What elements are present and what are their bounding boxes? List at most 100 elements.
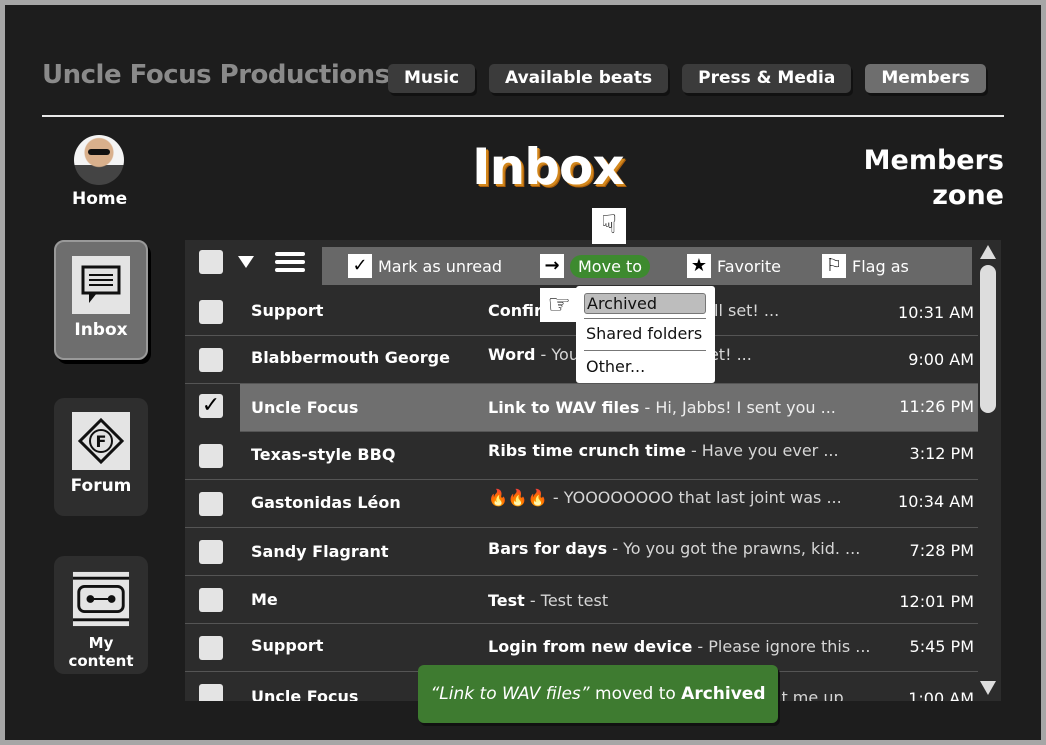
email-preview: - YOOOOOOOO that last joint was ... — [552, 488, 842, 507]
email-sender: Uncle Focus — [251, 398, 359, 417]
email-preview: - Please ignore this ... — [697, 637, 871, 656]
email-preview-tail: et! ... — [708, 345, 752, 364]
row-checkbox[interactable] — [199, 684, 223, 701]
email-sender: Support — [251, 636, 324, 655]
row-checkbox[interactable] — [199, 444, 223, 468]
home-link[interactable]: Home — [72, 135, 127, 209]
sidebar-item-label: Forum — [70, 476, 132, 496]
row-checkbox[interactable] — [199, 300, 223, 324]
email-preview: it me up — [777, 688, 844, 701]
toast-folder: Archived — [681, 684, 766, 704]
select-dropdown-icon[interactable] — [237, 255, 255, 269]
cassette-icon — [72, 570, 130, 628]
dropdown-item-shared-folders[interactable]: Shared folders — [586, 324, 702, 343]
top-nav: Music Available beats Press & Media Memb… — [388, 64, 986, 93]
sidebar-item-forum[interactable]: F Forum — [54, 398, 148, 516]
email-preview: - Have you ever ... — [690, 441, 839, 460]
email-sender: Me — [251, 590, 278, 609]
members-zone-line2: zone — [932, 180, 1004, 211]
email-subject: Login from new device — [488, 637, 693, 656]
email-snippet: Login from new device - Please ignore th… — [488, 637, 888, 656]
email-time: 11:26 PM — [899, 397, 974, 416]
svg-text:F: F — [96, 432, 107, 451]
table-row-selected[interactable]: Uncle Focus Link to WAV files - Hi, Jabb… — [240, 384, 978, 432]
email-time: 9:00 AM — [908, 350, 974, 369]
inbox-message-icon — [72, 256, 130, 314]
nav-music-button[interactable]: Music — [388, 64, 476, 93]
star-icon: ★ — [687, 254, 711, 278]
scroll-thumb[interactable] — [980, 265, 996, 413]
inbox-scrollbar[interactable] — [978, 243, 998, 699]
email-time: 12:01 PM — [899, 592, 974, 611]
selection-controls — [199, 250, 305, 274]
mark-unread-label: Mark as unread — [378, 256, 503, 276]
dropdown-item-other[interactable]: Other... — [586, 357, 645, 376]
flag-icon: ⚐ — [822, 254, 846, 278]
nav-members-button[interactable]: Members — [865, 64, 986, 93]
select-all-checkbox[interactable] — [199, 250, 223, 274]
sidebar-item-label: My content — [68, 634, 134, 670]
dropdown-divider — [584, 318, 706, 319]
table-row[interactable]: Me Test - Test test 12:01 PM — [185, 576, 978, 624]
arrow-right-icon: → — [540, 254, 564, 278]
row-checkbox-checked[interactable]: ✓ — [199, 394, 223, 418]
sidebar-item-inbox[interactable]: Inbox — [54, 240, 148, 360]
email-sender: Texas-style BBQ — [251, 445, 396, 464]
nav-available-beats-button[interactable]: Available beats — [489, 64, 669, 93]
email-time: 1:00 AM — [908, 689, 974, 701]
nav-press-media-button[interactable]: Press & Media — [682, 64, 852, 93]
toast-text: “Link to WAV files” moved to Archived — [431, 684, 766, 704]
email-time: 7:28 PM — [909, 541, 974, 560]
row-checkbox[interactable] — [199, 636, 223, 660]
flag-as-button[interactable]: ⚐ Flag as — [822, 254, 909, 278]
email-snippet: 🔥🔥🔥 - YOOOOOOOO that last joint was ... — [488, 488, 888, 507]
scroll-up-icon[interactable] — [980, 245, 996, 259]
email-sender: Support — [251, 301, 324, 320]
row-checkbox[interactable] — [199, 588, 223, 612]
email-subject: Ribs time crunch time — [488, 441, 686, 460]
email-subject: Test — [488, 591, 525, 610]
email-preview: - Yo you got the prawns, kid. ... — [612, 539, 861, 558]
hand-pointer-right-icon: ☞ — [540, 288, 578, 322]
scroll-down-icon[interactable] — [980, 681, 996, 695]
email-time: 10:31 AM — [898, 303, 974, 322]
email-time: 3:12 PM — [909, 444, 974, 463]
row-checkbox[interactable] — [199, 348, 223, 372]
favorite-button[interactable]: ★ Favorite — [687, 254, 781, 278]
email-sender: Sandy Flagrant — [251, 542, 389, 561]
email-time: 10:34 AM — [898, 492, 974, 511]
table-row[interactable]: Gastonidas Léon 🔥🔥🔥 - YOOOOOOOO that las… — [185, 480, 978, 528]
email-snippet: it me up — [777, 688, 857, 701]
email-sender: Blabbermouth George — [251, 348, 450, 367]
email-subject: Word — [488, 345, 536, 364]
favorite-label: Favorite — [717, 256, 781, 276]
forum-icon: F — [72, 412, 130, 470]
dropdown-item-archived[interactable]: Archived — [584, 293, 706, 314]
row-checkbox[interactable] — [199, 540, 223, 564]
members-zone-line1: Members — [863, 145, 1004, 176]
table-row[interactable]: Texas-style BBQ Ribs time crunch time - … — [185, 432, 978, 480]
email-snippet: Test - Test test — [488, 591, 888, 610]
email-snippet: Bars for days - Yo you got the prawns, k… — [488, 539, 888, 558]
toast-middle: moved to — [595, 684, 676, 704]
page-title: Inbox — [472, 138, 625, 196]
email-preview: - Test test — [529, 591, 609, 610]
mark-unread-button[interactable]: ✓ Mark as unread — [348, 254, 502, 278]
email-snippet: Ribs time crunch time - Have you ever ..… — [488, 441, 888, 460]
email-subject: Bars for days — [488, 539, 608, 558]
move-to-label: Move to — [570, 254, 651, 278]
brand-title[interactable]: Uncle Focus Productions — [42, 60, 390, 90]
email-sender: Uncle Focus — [251, 687, 359, 701]
moved-toast: “Link to WAV files” moved to Archived — [418, 665, 778, 723]
move-to-button[interactable]: → Move to — [540, 254, 651, 278]
table-row[interactable]: Sandy Flagrant Bars for days - Yo you go… — [185, 528, 978, 576]
menu-icon[interactable] — [275, 250, 305, 274]
email-preview: - Hi, Jabbs! I sent you ... — [644, 398, 836, 417]
email-snippet: Link to WAV files - Hi, Jabbs! I sent yo… — [488, 398, 888, 417]
email-sender: Gastonidas Léon — [251, 493, 401, 512]
avatar[interactable] — [74, 135, 124, 185]
sidebar-item-my-content[interactable]: My content — [54, 556, 148, 674]
email-time: 5:45 PM — [909, 637, 974, 656]
row-checkbox[interactable] — [199, 492, 223, 516]
email-subject: 🔥🔥🔥 — [488, 488, 548, 507]
